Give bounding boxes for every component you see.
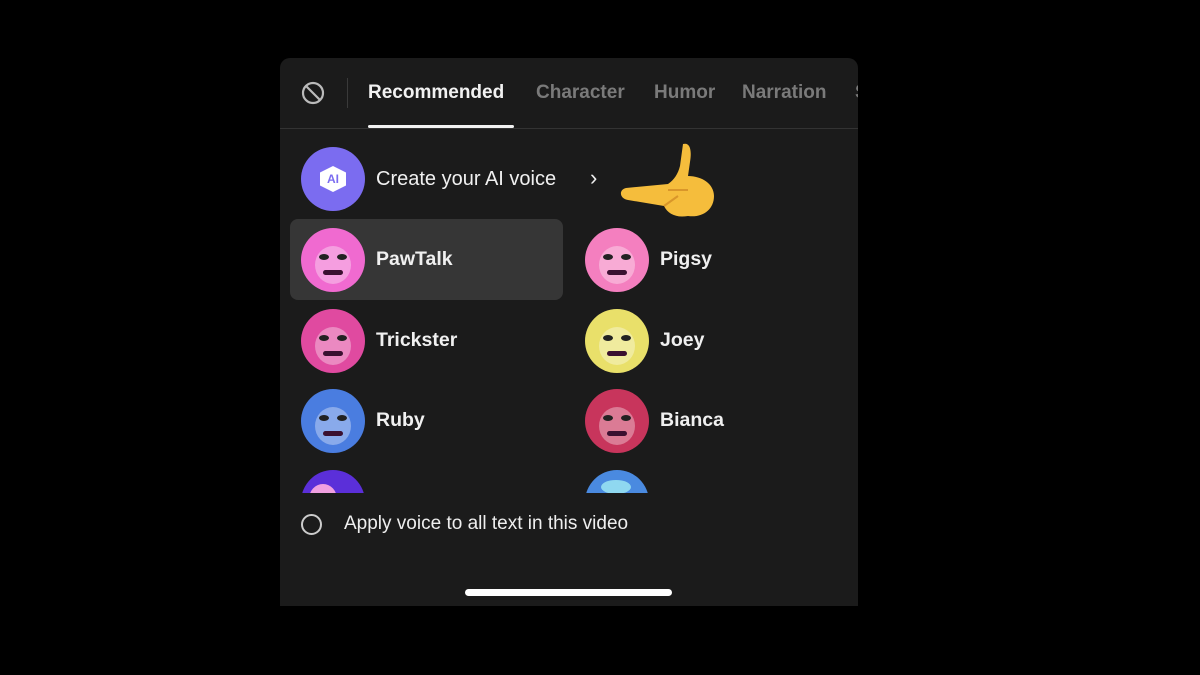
tab-character[interactable]: Character bbox=[536, 82, 625, 104]
voice-name: Pigsy bbox=[660, 248, 713, 270]
avatar bbox=[585, 228, 649, 292]
ai-icon: AI bbox=[301, 147, 365, 211]
voice-name: Trickster bbox=[376, 328, 458, 351]
tab-narration[interactable]: Narration bbox=[742, 82, 826, 104]
avatar bbox=[301, 228, 365, 292]
tab-recommended[interactable]: Recommended bbox=[368, 82, 504, 104]
voice-name: Bianca bbox=[660, 409, 724, 431]
ban-icon[interactable] bbox=[301, 81, 325, 105]
avatar bbox=[585, 389, 649, 453]
ai-badge: AI bbox=[320, 166, 346, 192]
avatar bbox=[301, 308, 365, 373]
avatar bbox=[301, 389, 365, 453]
tab-divider bbox=[347, 78, 348, 108]
home-indicator[interactable] bbox=[465, 589, 672, 596]
tab-more[interactable]: S bbox=[855, 82, 858, 104]
tab-bar-border bbox=[280, 128, 858, 129]
apply-all-label: Apply voice to all text in this video bbox=[344, 513, 629, 534]
voice-name: Joey bbox=[660, 328, 705, 351]
voice-panel: Recommended Character Humor Narration S … bbox=[280, 58, 858, 606]
active-tab-indicator bbox=[368, 125, 514, 128]
create-ai-voice-label: Create your AI voice bbox=[376, 168, 557, 190]
voice-name: Ruby bbox=[376, 409, 425, 431]
chevron-right-icon: › bbox=[590, 165, 598, 190]
voice-name: PawTalk bbox=[376, 248, 453, 270]
apply-all-checkbox[interactable] bbox=[301, 514, 322, 535]
avatar bbox=[585, 308, 649, 373]
tab-humor[interactable]: Humor bbox=[654, 82, 715, 104]
pointing-hand-emoji bbox=[620, 143, 714, 217]
